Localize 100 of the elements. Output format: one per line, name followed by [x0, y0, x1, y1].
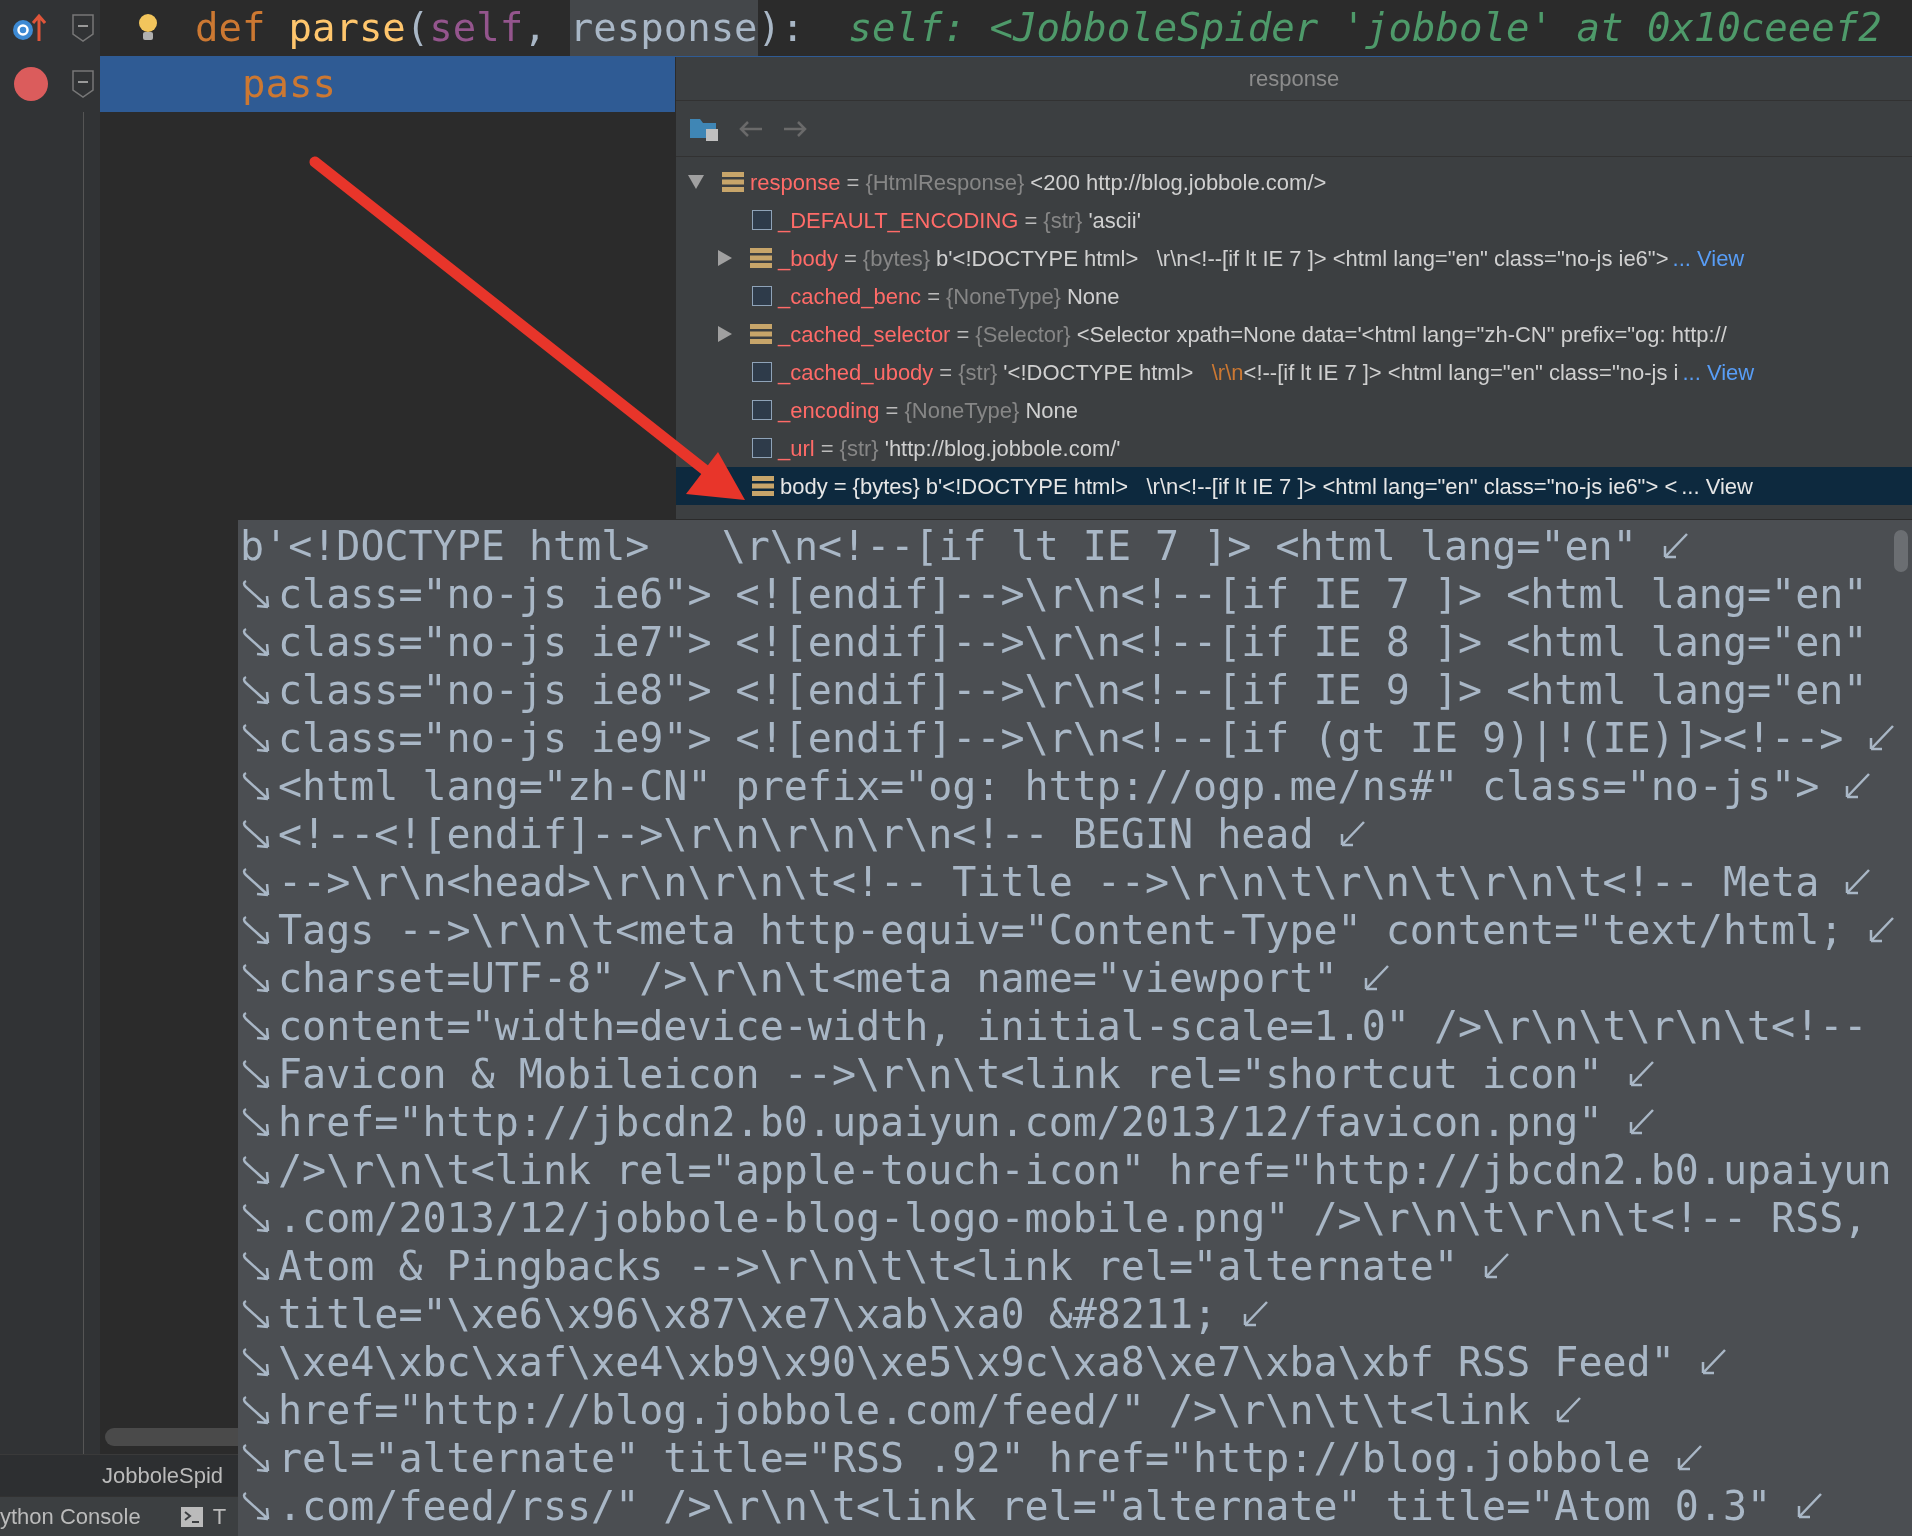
value-text-line: -->\r\n<head>\r\n\r\n\t<!-- Title -->\r\n\t\r\n\t\r\n\t<!-- Meta: [278, 858, 1820, 906]
list-icon: [752, 476, 774, 496]
view-link[interactable]: ... View: [1678, 355, 1755, 389]
variable-type: {str}: [1043, 206, 1083, 235]
value-text-line: class="no-js ie8"> <![endif]-->\r\n<!--[if IE 9 ]> <html lang="en": [278, 666, 1868, 714]
binary-icon: [752, 286, 772, 306]
variable-row[interactable]: body = {bytes} b'<!DOCTYPE html> \r\n<!--[if lt IE 7 ]> <html lang="en" class="no-js ie6"> < ... View: [676, 467, 1912, 505]
code-token: parse: [288, 3, 406, 52]
view-link[interactable]: ... View: [1677, 469, 1753, 503]
equals-sign: =: [832, 472, 848, 501]
variable-name: _cached_ubody: [778, 358, 934, 387]
variable-type: {bytes}: [852, 472, 920, 501]
equals-sign: =: [842, 244, 858, 273]
tool-window-tab[interactable]: ython Console: [0, 1500, 141, 1533]
variable-name: _DEFAULT_ENCODING: [778, 206, 1019, 235]
variable-value: None: [1066, 282, 1120, 311]
fold-marker-icon[interactable]: [72, 70, 94, 98]
list-icon: [750, 324, 772, 344]
code-token: self: [429, 3, 524, 52]
variable-type: {HtmlResponse}: [865, 168, 1025, 197]
expand-triangle-icon[interactable]: [718, 250, 732, 266]
collapse-triangle-icon[interactable]: [688, 175, 704, 189]
value-text-line: class="no-js ie7"> <![endif]-->\r\n<!--[if IE 8 ]> <html lang="en": [278, 618, 1868, 666]
value-text-line: rel="alternate" title="RSS .92" href="http://blog.jobbole: [278, 1434, 1651, 1482]
value-text-line: href="http://blog.jobbole.com/feed/" />\r\n\t\t<link: [278, 1386, 1531, 1434]
variable-name: response: [750, 168, 841, 197]
code-token: self: <JobboleSpider 'jobbole' at 0x10ceeef2: [848, 3, 1882, 52]
variable-value: b'<!DOCTYPE html> \r\n<!--[if lt IE 7 ]> <html lang="en" class="no-js ie6"> <: [925, 472, 1678, 501]
equals-sign: =: [926, 282, 941, 311]
variable-value: <!--[if lt IE 7 ]> <html lang="en" class="no-js i: [1243, 358, 1679, 387]
code-token: pass: [242, 59, 336, 108]
override-method-icon[interactable]: [12, 13, 46, 43]
binary-icon: [752, 362, 772, 382]
fold-marker-icon[interactable]: [72, 14, 94, 42]
variable-value: 'ascii': [1088, 206, 1141, 235]
variable-value: None: [1025, 396, 1078, 425]
variable-value: <Selector xpath=None data='<html lang="zh-CN" prefix="og: http://: [1076, 320, 1727, 349]
variable-name: _cached_benc: [778, 282, 922, 311]
value-text-line: charset=UTF-8" />\r\n\t<meta name="viewport": [278, 954, 1338, 1002]
variable-name: body: [780, 472, 828, 501]
binary-icon: [752, 400, 772, 420]
variable-type: {bytes}: [862, 244, 931, 273]
variable-value: 'http://blog.jobbole.com/': [884, 434, 1121, 463]
value-text-line: content="width=device-width, initial-scale=1.0" />\r\n\t\r\n\t<!--: [278, 1002, 1868, 1050]
value-text-line: .com/2013/12/jobbole-blog-logo-mobile.png" />\r\n\t\r\n\t<!-- RSS,: [278, 1194, 1868, 1242]
value-text-line: <!--<![endif]-->\r\n\r\n\r\n<!-- BEGIN head: [278, 810, 1314, 858]
value-text-line: <html lang="zh-CN" prefix="og: http://ogp.me/ns#" class="no-js">: [278, 762, 1820, 810]
view-link[interactable]: ... View: [1668, 241, 1745, 275]
variable-value: b'<!DOCTYPE html> \r\n<!--[if lt IE 7 ]> <html lang="en" class="no-js ie6">: [936, 244, 1669, 273]
value-text-line: title="\xe6\x96\x87\xe7\xab\xa0 &#8211;: [278, 1290, 1218, 1338]
variable-type: {Selector}: [975, 320, 1071, 349]
equals-sign: =: [845, 168, 861, 197]
variable-row[interactable]: _cached_ubody = {str} '<!DOCTYPE html> \r\n<!--[if lt IE 7 ]> <html lang="en" class="no-js i ... View: [676, 353, 1912, 391]
code-token: def: [195, 3, 266, 52]
list-icon: [722, 172, 744, 192]
equals-sign: =: [1023, 206, 1039, 235]
variable-row[interactable]: _cached_benc = {NoneType} None: [676, 277, 1912, 315]
code-token: response: [569, 0, 758, 58]
value-text-line: class="no-js ie9"> <![endif]-->\r\n<!--[if (gt IE 9)|!(IE)]><!-->: [278, 714, 1844, 762]
variable-row[interactable]: _encoding = {NoneType} None: [676, 391, 1912, 429]
code-token: ,: [523, 3, 547, 52]
variable-type: {NoneType}: [904, 396, 1020, 425]
value-text-line: />\r\n\t<link rel="apple-touch-icon" href="http://jbcdn2.b0.upaiyun: [278, 1146, 1892, 1194]
value-text-line: Favicon & Mobileicon -->\r\n\t<link rel="shortcut icon": [278, 1050, 1603, 1098]
tool-window-tab[interactable]: T: [180, 1500, 227, 1533]
value-text-line: \xe4\xbc\xaf\xe4\xb9\x90\xe5\x9c\xa8\xe7\xba\xbf RSS Feed": [278, 1338, 1675, 1386]
value-text-line: href="http://jbcdn2.b0.upaiyun.com/2013/12/favicon.png": [278, 1098, 1603, 1146]
equals-sign: =: [938, 358, 954, 387]
equals-sign: =: [955, 320, 971, 349]
variable-name: _body: [778, 244, 838, 273]
vertical-scrollbar[interactable]: [1894, 530, 1908, 572]
variable-value: '<!DOCTYPE html>: [1003, 358, 1195, 387]
binary-icon: [752, 438, 772, 458]
code-token: ):: [757, 3, 805, 52]
variable-row[interactable]: _url = {str} 'http://blog.jobbole.com/': [676, 429, 1912, 467]
lightbulb-icon[interactable]: [136, 13, 159, 43]
value-text-line: class="no-js ie6"> <![endif]-->\r\n<!--[if IE 7 ]> <html lang="en": [278, 570, 1868, 618]
variable-type: {str}: [958, 358, 998, 387]
equals-sign: =: [819, 434, 835, 463]
binary-icon: [752, 210, 772, 230]
variable-type: {NoneType}: [946, 282, 1061, 311]
variable-name: _encoding: [778, 396, 880, 425]
variable-row[interactable]: _cached_selector = {Selector} <Selector xpath=None data='<html lang="zh-CN" prefix="og: http://: [676, 315, 1912, 353]
variable-name: _cached_selector: [778, 320, 951, 349]
value-text-line: Tags -->\r\n\t<meta http-equiv="Content-Type" content="text/html;: [278, 906, 1844, 954]
variable-value: \r\n: [1211, 358, 1244, 387]
variable-row[interactable]: response = {HtmlResponse} <200 http://blog.jobbole.com/>: [676, 163, 1912, 201]
breadcrumb[interactable]: JobboleSpid: [102, 1459, 224, 1492]
variable-value: <200 http://blog.jobbole.com/>: [1030, 168, 1327, 197]
popup-title: response: [1248, 65, 1340, 93]
expand-triangle-icon[interactable]: [718, 326, 732, 342]
variable-row[interactable]: _DEFAULT_ENCODING = {str} 'ascii': [676, 201, 1912, 239]
variable-row[interactable]: _body = {bytes} b'<!DOCTYPE html> \r\n<!--[if lt IE 7 ]> <html lang="en" class="no-js ie6"> ... View: [676, 239, 1912, 277]
terminal-icon: [180, 1506, 203, 1527]
value-text-line: Atom & Pingbacks -->\r\n\t\t<link rel="alternate": [278, 1242, 1459, 1290]
variable-type: {str}: [839, 434, 879, 463]
value-text-line: b'<!DOCTYPE html> \r\n<!--[if lt IE 7 ]> <html lang="en": [240, 522, 1637, 570]
equals-sign: =: [884, 396, 900, 425]
value-text-line: .com/feed/rss/" />\r\n\t<link rel="alternate" title="Atom 0.3": [278, 1482, 1772, 1530]
code-token: (: [405, 3, 430, 52]
